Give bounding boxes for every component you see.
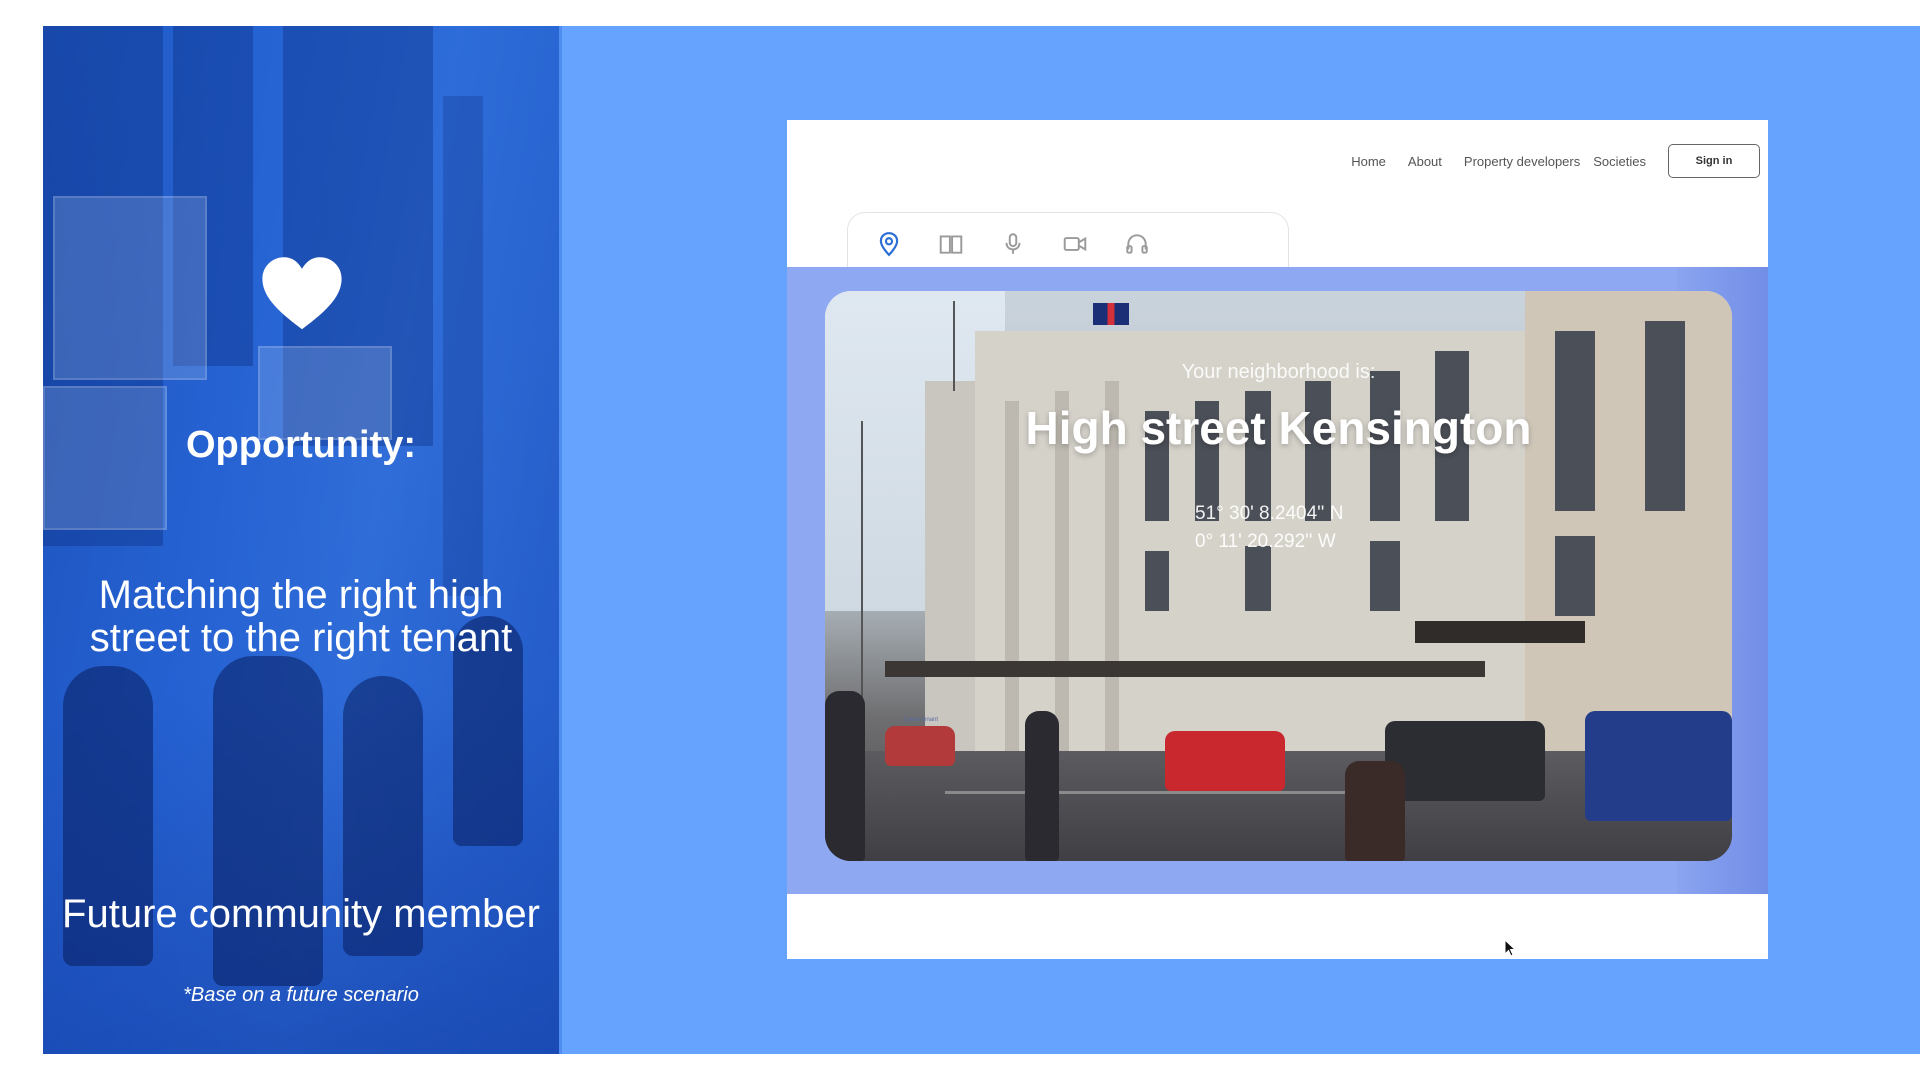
nav-societies[interactable]: Societies: [1593, 154, 1646, 169]
location-pin-icon[interactable]: [876, 231, 902, 257]
nav-about[interactable]: About: [1408, 154, 1442, 169]
microphone-icon[interactable]: [1000, 231, 1026, 257]
top-navigation: Home About Property developers Societies…: [1351, 144, 1760, 178]
neighborhood-hero-image: Your neighborhood is: High street Kensin…: [825, 291, 1732, 861]
opportunity-panel: Opportunity: Matching the right high str…: [43, 26, 562, 1054]
heart-icon: [262, 257, 342, 330]
longitude-readout: 0° 11' 20.292'' W: [1195, 531, 1336, 552]
nav-property-developers[interactable]: Property developers: [1464, 154, 1580, 169]
neighborhood-label: Your neighborhood is:: [1181, 361, 1376, 383]
opportunity-description: Matching the right high street to the ri…: [89, 573, 513, 660]
latitude-readout: 51° 30' 8.2404'' N: [1195, 503, 1344, 524]
website-mockup: Home About Property developers Societies…: [787, 120, 1768, 959]
tenant-caption: 3 year tenant: [903, 717, 939, 723]
headphones-icon[interactable]: [1124, 231, 1150, 257]
video-camera-icon[interactable]: [1062, 231, 1088, 257]
persona-label: Future community member: [62, 892, 540, 936]
sign-in-button[interactable]: Sign in: [1668, 144, 1760, 178]
neighborhood-name: High street Kensington: [1025, 402, 1532, 454]
nav-home[interactable]: Home: [1351, 154, 1386, 169]
hero-band: Your neighborhood is: High street Kensin…: [787, 267, 1768, 894]
book-icon[interactable]: [938, 231, 964, 257]
opportunity-heading: Opportunity:: [185, 424, 417, 466]
scenario-footnote: *Base on a future scenario: [183, 984, 419, 1006]
mouse-cursor-icon: [1504, 939, 1516, 957]
